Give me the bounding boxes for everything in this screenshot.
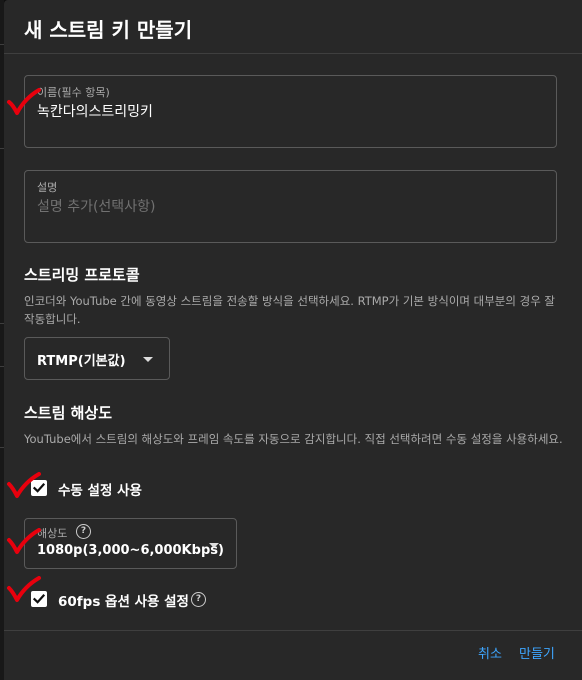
- chevron-down-icon: [143, 357, 153, 362]
- dialog-title: 새 스트림 키 만들기: [24, 18, 193, 42]
- cancel-button[interactable]: 취소: [478, 643, 502, 662]
- manual-setting-label[interactable]: 수동 설정 사용: [58, 479, 142, 499]
- protocol-select[interactable]: RTMP(기본값): [24, 337, 170, 380]
- resolution-select[interactable]: 해상도 ? 1080p(3,000~6,000Kbps): [24, 518, 237, 569]
- protocol-section-description: 인코더와 YouTube 간에 동영상 스트림을 전송할 방식을 선택하세요. …: [24, 294, 556, 326]
- help-icon[interactable]: ?: [76, 524, 91, 539]
- fps-option-checkbox[interactable]: [31, 591, 47, 607]
- resolution-select-value: 1080p(3,000~6,000Kbps): [37, 543, 224, 558]
- resolution-section-description: YouTube에서 스트림의 해상도와 프레임 속도를 자동으로 감지합니다. …: [24, 432, 563, 446]
- fps-option-label[interactable]: 60fps 옵션 사용 설정: [58, 590, 189, 610]
- description-field[interactable]: 설명 설명 추가(선택사항): [24, 170, 557, 243]
- check-icon: [32, 594, 46, 604]
- dialog-footer: 취소 만들기: [4, 630, 582, 680]
- resolution-section-title: 스트림 해상도: [24, 404, 113, 422]
- chevron-down-icon: [209, 543, 219, 548]
- resolution-select-label: 해상도: [37, 527, 68, 540]
- create-stream-key-dialog: 새 스트림 키 만들기 이름(필수 항목) 녹칸다의스트리밍키 설명 설명 추가…: [4, 0, 582, 680]
- description-field-placeholder[interactable]: 설명 추가(선택사항): [37, 196, 155, 216]
- protocol-section-title: 스트리밍 프로토콜: [24, 266, 140, 284]
- manual-setting-checkbox[interactable]: [31, 480, 47, 496]
- check-icon: [32, 483, 46, 493]
- name-field-value[interactable]: 녹칸다의스트리밍키: [37, 101, 153, 121]
- name-field[interactable]: 이름(필수 항목) 녹칸다의스트리밍키: [24, 75, 557, 148]
- protocol-select-value: RTMP(기본값): [37, 354, 126, 369]
- dialog-header: 새 스트림 키 만들기: [4, 0, 582, 54]
- name-field-label: 이름(필수 항목): [37, 86, 110, 99]
- create-button[interactable]: 만들기: [519, 643, 555, 662]
- help-icon[interactable]: ?: [191, 592, 206, 607]
- description-field-label: 설명: [37, 181, 58, 194]
